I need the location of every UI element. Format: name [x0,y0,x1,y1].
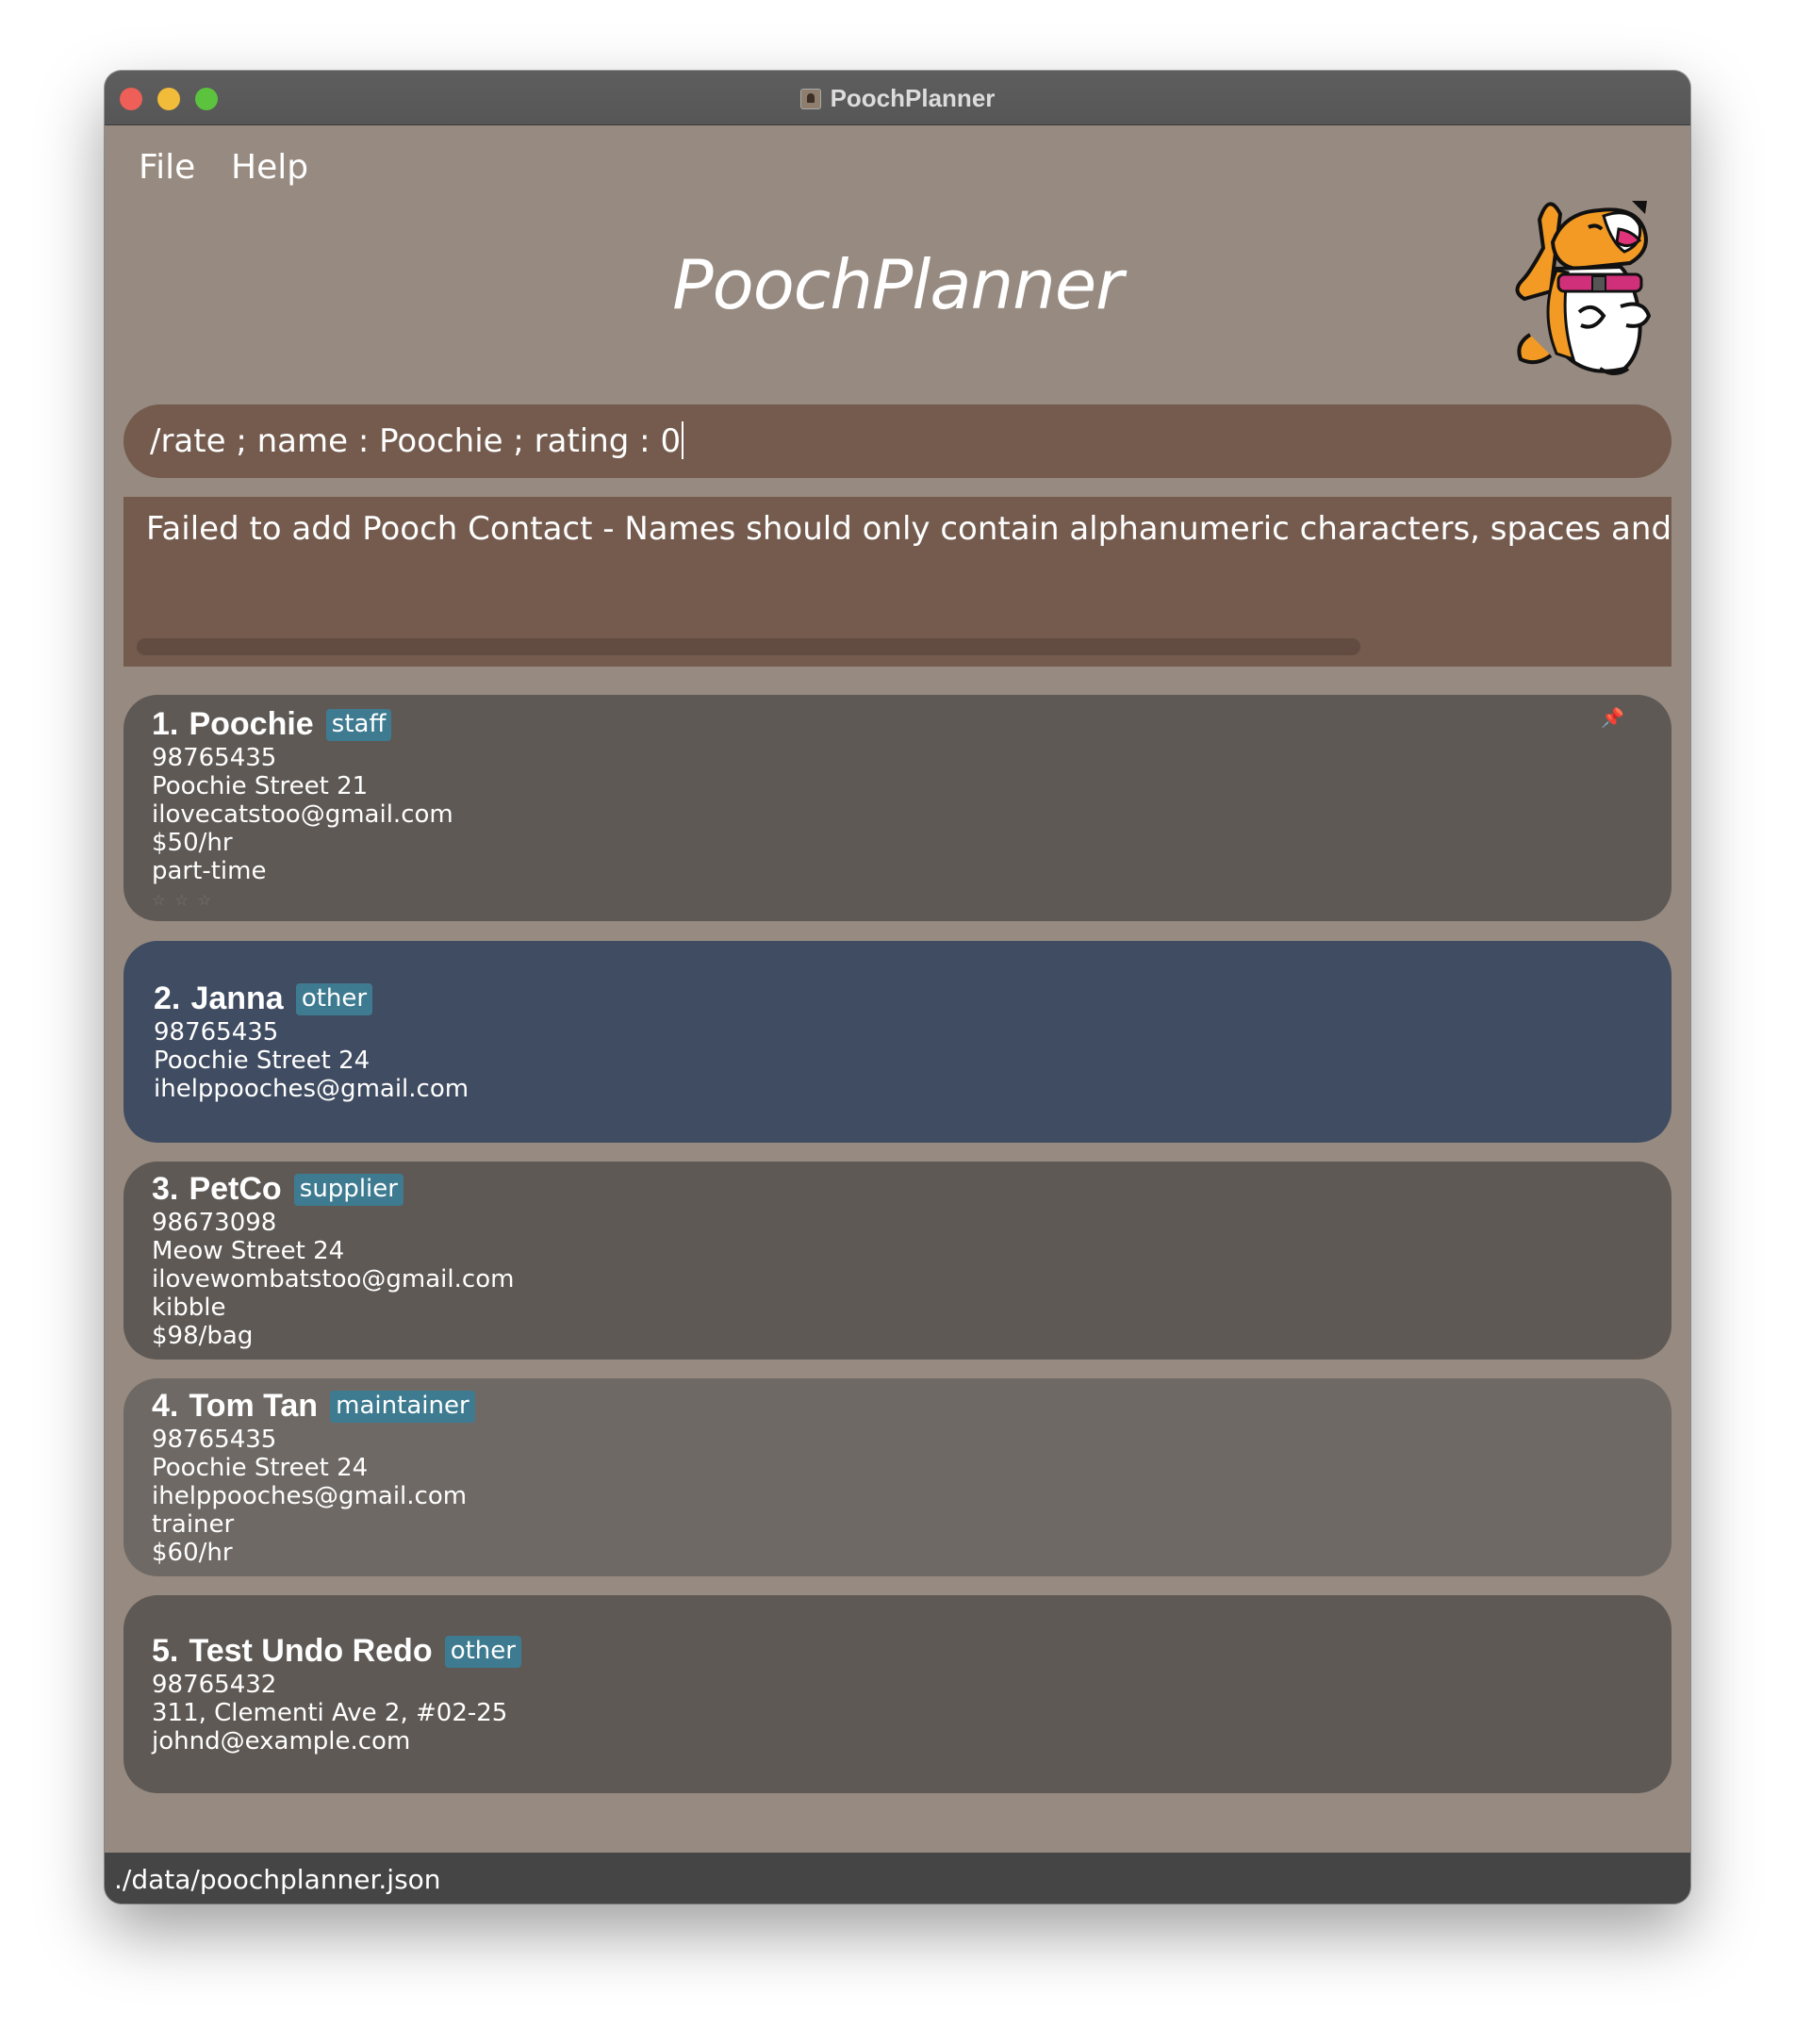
contact-skill: trainer [152,1510,235,1539]
contact-card-2[interactable]: 2. Janna other 98765435 Poochie Street 2… [124,941,1671,1143]
contact-tag: staff [325,709,392,741]
app-heading: PoochPlanner [672,245,1123,324]
contact-product: kibble [152,1294,226,1322]
contact-title-row: 3. PetCo supplier [152,1171,403,1208]
window-title: PoochPlanner [105,84,1690,113]
contact-email: ilovecatstoo@gmail.com [152,800,453,829]
command-input[interactable]: /rate ; name : Poochie ; rating : 0 [150,421,684,460]
contact-name: PetCo [189,1171,282,1207]
result-display: Failed to add Pooch Contact - Names shou… [124,497,1671,667]
contact-index: 5. [152,1633,179,1669]
contact-name: Tom Tan [189,1388,319,1424]
contact-email: ihelppooches@gmail.com [154,1075,469,1103]
result-message: Failed to add Pooch Contact - Names shou… [146,510,1671,548]
star-icon: ☆ [152,891,175,909]
contact-name: Test Undo Redo [189,1633,433,1669]
command-input-text: /rate ; name : Poochie ; rating : 0 [150,422,682,460]
contact-index: 4. [152,1388,179,1424]
contact-employment: part-time [152,857,267,885]
contact-index: 3. [152,1171,179,1207]
window-title-text: PoochPlanner [830,84,996,112]
contact-card-4[interactable]: 4. Tom Tan maintainer 98765435 Poochie S… [124,1378,1671,1576]
contact-email: johnd@example.com [152,1727,411,1756]
contact-tag: maintainer [330,1391,475,1423]
menu-file[interactable]: File [139,148,195,187]
contact-card-3[interactable]: 3. PetCo supplier 98673098 Meow Street 2… [124,1162,1671,1360]
contact-salary: $50/hr [152,829,233,857]
contact-phone: 98765435 [154,1018,279,1047]
contact-name: Poochie [189,706,314,742]
contact-name: Janna [190,981,284,1016]
contact-address: Poochie Street 24 [152,1454,369,1482]
dog-mascot-icon [1515,201,1652,375]
contact-title-row: 5. Test Undo Redo other [152,1633,521,1670]
contact-title-row: 4. Tom Tan maintainer [152,1388,475,1425]
contact-card-1[interactable]: 1. Poochie staff 98765435 Poochie Street… [124,695,1671,921]
contact-address: 311, Clementi Ave 2, #02-25 [152,1699,508,1727]
menu-help[interactable]: Help [231,148,308,187]
app-window: PoochPlanner File Help PoochPlanner /rat… [105,71,1690,1904]
star-icon: ☆ [174,891,198,909]
contact-title-row: 2. Janna other [154,981,373,1017]
contact-address: Meow Street 24 [152,1237,345,1265]
contact-address: Poochie Street 24 [154,1047,371,1075]
command-input-box[interactable]: /rate ; name : Poochie ; rating : 0 [124,404,1671,478]
contact-phone: 98673098 [152,1209,277,1237]
contact-tag: other [295,983,373,1015]
contact-email: ihelppooches@gmail.com [152,1482,468,1510]
contact-title-row: 1. Poochie staff [152,706,392,743]
contact-address: Poochie Street 21 [152,772,369,800]
contact-phone: 98765435 [152,744,277,772]
contact-commission: $60/hr [152,1539,233,1567]
data-file-path: ./data/poochplanner.json [114,1864,441,1895]
contact-phone: 98765432 [152,1671,277,1699]
text-caret [682,421,684,459]
contact-index: 1. [152,706,179,742]
horizontal-scrollbar[interactable] [137,638,1360,655]
contact-tag: supplier [293,1174,403,1206]
contact-price: $98/bag [152,1322,254,1350]
contact-index: 2. [154,981,181,1016]
contact-tag: other [444,1636,521,1668]
contact-phone: 98765435 [152,1426,277,1454]
app-icon [799,89,821,109]
rating-stars: ☆☆☆ [152,891,221,909]
star-icon: ☆ [197,891,222,909]
contact-email: ilovewombatstoo@gmail.com [152,1265,515,1294]
contact-card-5[interactable]: 5. Test Undo Redo other 98765432 311, Cl… [124,1595,1671,1793]
pin-icon[interactable]: 📌 [1601,706,1624,729]
title-bar: PoochPlanner [105,71,1690,125]
status-bar: ./data/poochplanner.json [105,1853,1690,1904]
